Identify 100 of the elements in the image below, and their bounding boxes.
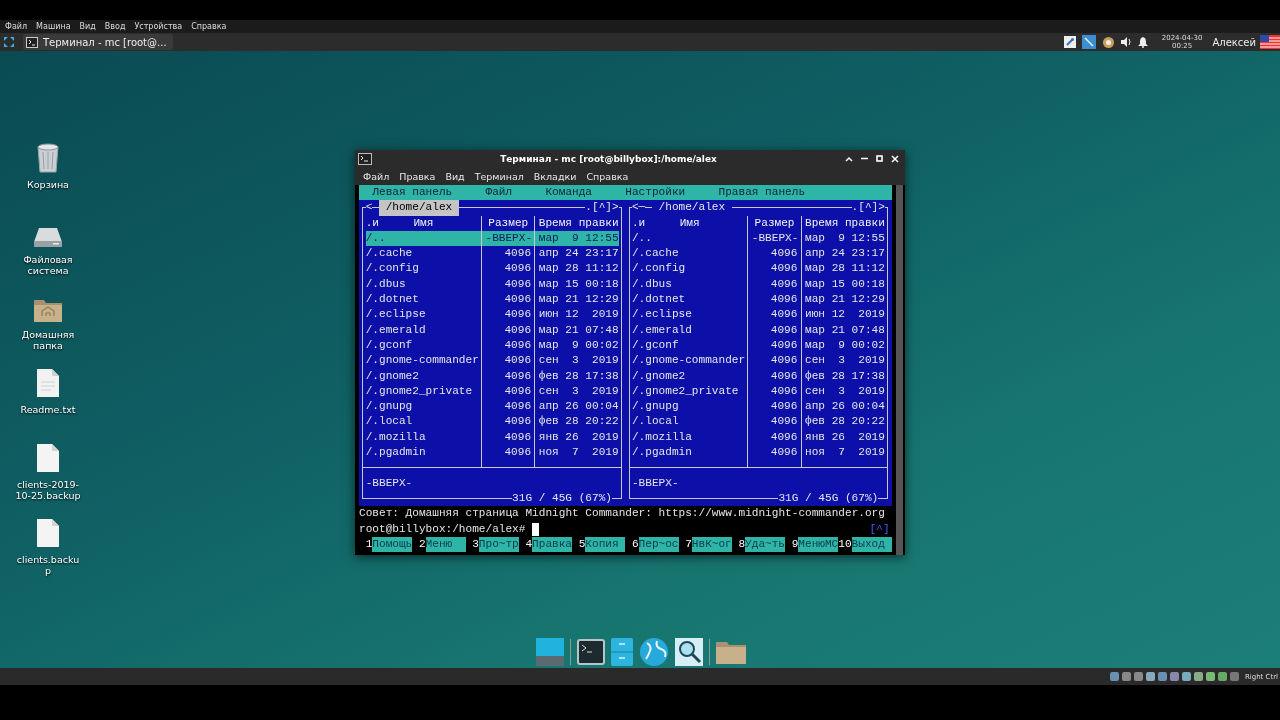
file-row[interactable]: /.gnupg 4096 апр 26 00:04 <box>631 399 885 415</box>
column-header[interactable]: Имя <box>379 215 482 231</box>
home-folder-icon[interactable] <box>33 297 63 323</box>
file-date: мар 9 12:55 <box>805 230 885 246</box>
file-row[interactable]: /.cache 4096 апр 24 23:17 <box>365 246 619 262</box>
menu-item[interactable]: Вид <box>79 22 96 31</box>
function-key[interactable]: Про~тр <box>478 536 519 553</box>
file-size: -ВВЕРХ- <box>485 230 533 246</box>
file-row[interactable]: /.emerald 4096 мар 21 07:48 <box>631 322 885 338</box>
screen-icon[interactable] <box>1081 35 1096 49</box>
file-row[interactable]: /.gnome2 4096 фев 28 17:38 <box>365 368 619 384</box>
menu-item[interactable]: Справка <box>586 170 629 182</box>
menu-item[interactable]: Команда <box>545 185 592 201</box>
file-name: /.gnome-commander <box>365 353 479 369</box>
trash-icon[interactable] <box>35 143 61 173</box>
menu-item[interactable]: Устройства <box>134 22 183 31</box>
menu-item[interactable]: Справка <box>191 22 227 31</box>
terminal-icon[interactable] <box>577 639 605 665</box>
menu-item[interactable]: Файл <box>485 185 513 201</box>
file-row[interactable]: /.. -ВВЕРХ- мар 9 12:55 <box>631 230 885 247</box>
globe-icon[interactable] <box>639 637 669 667</box>
sort-indicator[interactable]: .и <box>631 215 646 231</box>
file-row[interactable]: /.. -ВВЕРХ- мар 9 12:55 <box>365 230 619 247</box>
column-header[interactable]: Размер <box>485 215 532 231</box>
bell-icon[interactable] <box>1137 36 1148 48</box>
menu-item[interactable]: Машина <box>36 22 71 31</box>
file-row[interactable]: /.dotnet 4096 мар 21 12:29 <box>365 292 619 308</box>
file-row[interactable]: /.gnupg 4096 апр 26 00:04 <box>365 399 619 415</box>
file-row[interactable]: /.dotnet 4096 мар 21 12:29 <box>631 292 885 308</box>
arrows-icon[interactable] <box>3 36 15 48</box>
search-icon[interactable] <box>675 638 703 666</box>
menu-item[interactable]: Настройки <box>625 185 686 201</box>
function-key[interactable]: Правка <box>532 536 572 553</box>
file-row[interactable]: /.gnome-commander 4096 сен 3 2019 <box>631 353 885 369</box>
file-row[interactable]: /.gconf 4096 мар 9 00:02 <box>365 337 619 354</box>
function-key[interactable]: Пер~ос <box>638 536 679 553</box>
file-row[interactable]: /.gnome2_private 4096 сен 3 2019 <box>631 383 885 400</box>
file-row[interactable]: /.gconf 4096 мар 9 00:02 <box>631 337 885 354</box>
function-key[interactable]: Выход <box>851 536 892 553</box>
file-row[interactable]: /.mozilla 4096 янв 26 2019 <box>365 429 619 446</box>
column-header[interactable]: Время правки <box>805 215 885 231</box>
file-name: /.gnome2_private <box>631 383 739 399</box>
function-key[interactable]: Копия <box>585 536 626 553</box>
file-date: июн 12 2019 <box>805 307 885 323</box>
sort-indicator[interactable]: .и <box>365 215 379 231</box>
menu-item[interactable]: Левая панель <box>372 185 453 201</box>
function-key[interactable]: Уда~ть <box>745 536 785 553</box>
text-file-icon[interactable] <box>36 368 60 398</box>
function-key[interactable]: Меню <box>425 536 466 553</box>
menu-item[interactable]: Правка <box>399 170 436 182</box>
file-icon[interactable] <box>36 443 60 473</box>
file-row[interactable]: /.gnome2 4096 фев 28 17:38 <box>631 368 885 384</box>
function-key[interactable]: НвК~ог <box>691 536 732 553</box>
terminal-icon <box>26 36 38 48</box>
menu-item[interactable]: Вид <box>445 170 465 182</box>
file-date: сен 3 2019 <box>805 353 885 369</box>
file-row[interactable]: /.mozilla 4096 янв 26 2019 <box>631 429 885 446</box>
menu-item[interactable]: Файл <box>363 170 390 182</box>
command-prompt: root@billybox:/home/alex# <box>359 521 526 537</box>
file-row[interactable]: /.local 4096 фев 28 20:22 <box>631 414 885 430</box>
menu-item[interactable]: Правая панель <box>718 185 806 201</box>
user-name[interactable]: Алексей <box>1212 36 1256 48</box>
column-header[interactable]: Размер <box>751 215 798 231</box>
device-status-icons-drawing[interactable] <box>1108 670 1241 683</box>
file-row[interactable]: /.gnome-commander 4096 сен 3 2019 <box>365 353 619 369</box>
file-size: 4096 <box>503 292 532 308</box>
drive-icon[interactable] <box>33 226 63 248</box>
file-icon[interactable] <box>36 518 60 548</box>
column-header[interactable]: Имя <box>645 215 748 231</box>
chevron-up-icon[interactable] <box>845 155 853 162</box>
history-button[interactable]: [^] <box>869 521 890 537</box>
menu-item[interactable]: Терминал <box>474 170 524 182</box>
maximize-icon[interactable] <box>876 155 883 162</box>
file-name: /.gconf <box>631 337 679 353</box>
file-row[interactable]: /.eclipse 4096 июн 12 2019 <box>365 307 619 323</box>
file-row[interactable]: /.emerald 4096 мар 21 07:48 <box>365 322 619 338</box>
function-key[interactable]: Помощь <box>372 536 413 553</box>
menu-item[interactable]: Файл <box>5 22 28 31</box>
file-size: -ВВЕРХ- <box>751 230 799 246</box>
folder-icon[interactable] <box>716 640 746 664</box>
taskbar-button[interactable]: Терминал - mc [root@... <box>23 34 173 50</box>
speaker-icon[interactable] <box>1120 37 1132 47</box>
file-row[interactable]: /.eclipse 4096 июн 12 2019 <box>631 307 885 323</box>
menu-item[interactable]: Вкладки <box>533 170 577 182</box>
file-row[interactable]: /.cache 4096 апр 24 23:17 <box>631 246 885 262</box>
file-row[interactable]: /.pgadmin 4096 ноя 7 2019 <box>365 445 619 461</box>
function-key[interactable]: МенюМС <box>798 536 839 553</box>
file-row[interactable]: /.dbus 4096 мар 15 00:18 <box>631 276 885 293</box>
minimize-icon[interactable] <box>861 155 868 162</box>
file-row[interactable]: /.config 4096 мар 28 11:12 <box>631 261 885 277</box>
menu-item[interactable]: Ввод <box>104 22 126 31</box>
column-header[interactable]: Время правки <box>538 215 619 231</box>
file-row[interactable]: /.config 4096 мар 28 11:12 <box>365 261 619 277</box>
file-row[interactable]: /.pgadmin 4096 ноя 7 2019 <box>631 445 885 461</box>
scrollbar[interactable] <box>896 185 903 555</box>
file-row[interactable]: /.gnome2_private 4096 сен 3 2019 <box>365 383 619 400</box>
file-row[interactable]: /.dbus 4096 мар 15 00:18 <box>365 276 619 293</box>
file-row[interactable]: /.local 4096 фев 28 20:22 <box>365 414 619 430</box>
close-icon[interactable] <box>891 154 899 163</box>
flag-icon[interactable] <box>1260 35 1280 49</box>
